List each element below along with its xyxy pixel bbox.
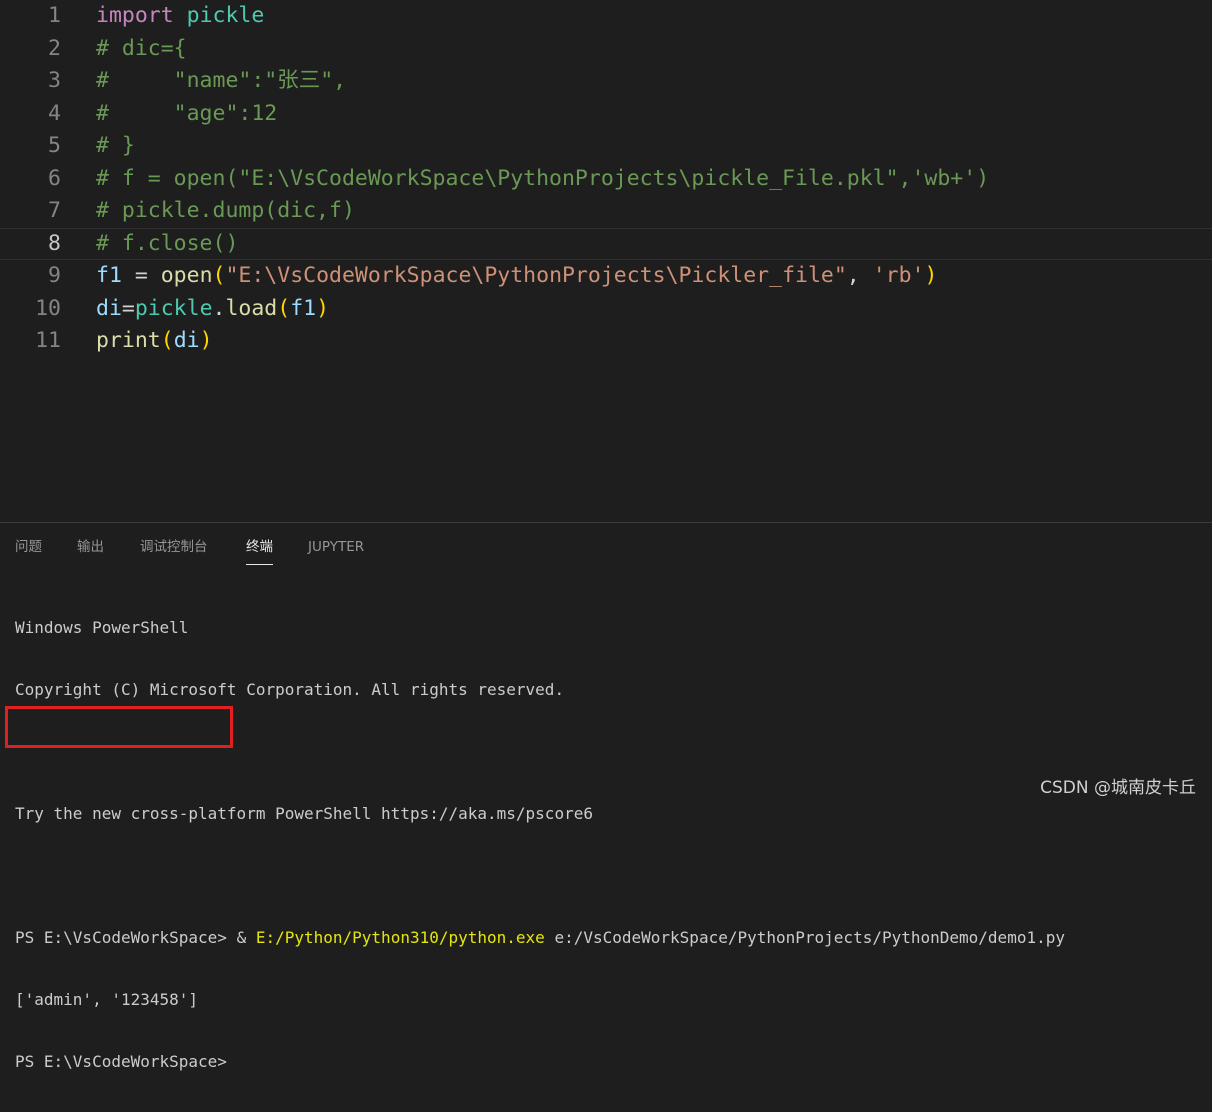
code-token: ( xyxy=(277,295,291,321)
code-token: load xyxy=(225,295,278,321)
code-line[interactable]: 1 import pickle xyxy=(0,0,1212,33)
code-token: # } xyxy=(96,133,135,158)
code-token: = xyxy=(121,295,135,321)
code-token: pickle xyxy=(186,3,265,28)
line-number: 5 xyxy=(48,133,61,158)
line-number: 8 xyxy=(48,230,61,256)
line-number: 9 xyxy=(48,263,61,288)
code-line[interactable]: 11 print(di) xyxy=(0,325,1212,358)
code-token: open xyxy=(160,263,213,288)
code-token: ) xyxy=(316,295,330,321)
line-number: 4 xyxy=(48,100,61,126)
bottom-panel: 问题 输出 调试控制台 终端 JUPYTER Windows PowerShel… xyxy=(0,522,1212,1071)
code-token: ) xyxy=(924,263,938,288)
code-text: # "age":12 xyxy=(96,98,277,131)
terminal-prompt: PS E:\VsCodeWorkSpace> xyxy=(15,928,237,947)
code-token: ( xyxy=(160,328,174,353)
tab-terminal[interactable]: 终端 xyxy=(246,537,273,565)
tab-jupyter[interactable]: JUPYTER xyxy=(308,537,364,565)
code-token: # "name":"张三", xyxy=(96,68,347,93)
code-line[interactable]: 2 # dic={ xyxy=(0,33,1212,66)
code-text: # } xyxy=(96,130,135,163)
code-token: # "age":12 xyxy=(96,100,278,126)
code-token: f1 xyxy=(96,263,122,288)
terminal-output[interactable]: Windows PowerShell Copyright (C) Microso… xyxy=(15,578,1065,1112)
terminal-line: Windows PowerShell xyxy=(15,618,189,637)
code-line[interactable]: 6 # f = open("E:\VsCodeWorkSpace\PythonPr… xyxy=(0,163,1212,196)
code-text: # dic={ xyxy=(96,33,187,66)
line-number: 1 xyxy=(48,3,61,28)
code-text: print(di) xyxy=(96,325,213,358)
terminal-call-operator: & xyxy=(236,928,256,947)
code-text: # f.close() xyxy=(96,229,238,260)
code-token: # f.close() xyxy=(96,230,239,256)
code-token: . xyxy=(212,295,226,321)
code-line[interactable]: 7 # pickle.dump(dic,f) xyxy=(0,195,1212,228)
tab-debug-console[interactable]: 调试控制台 xyxy=(140,537,208,565)
panel-tabs: 问题 输出 调试控制台 终端 JUPYTER xyxy=(0,523,1212,567)
terminal-program-output: ['admin', '123458'] xyxy=(15,990,199,1009)
terminal-line: Copyright (C) Microsoft Corporation. All… xyxy=(15,680,565,699)
tab-output[interactable]: 输出 xyxy=(77,537,104,565)
code-token: f1 xyxy=(290,295,317,321)
terminal-script-arg: e:/VsCodeWorkSpace/PythonProjects/Python… xyxy=(544,928,1065,947)
code-text: di=pickle.load(f1) xyxy=(96,293,329,326)
code-line[interactable]: 8 # f.close() xyxy=(0,227,1212,260)
terminal-prompt: PS E:\VsCodeWorkSpace> xyxy=(15,1052,227,1071)
code-token: # dic={ xyxy=(96,35,187,61)
line-number: 11 xyxy=(35,328,61,353)
code-token: = xyxy=(121,263,161,288)
code-token: # f = open("E:\VsCodeWorkSpace\PythonPro… xyxy=(96,165,990,191)
highlight-annotation-box xyxy=(5,706,233,748)
line-number: 3 xyxy=(48,68,61,93)
code-token: ) xyxy=(199,328,213,353)
code-token: di xyxy=(173,328,200,353)
code-line[interactable]: 10 di=pickle.load(f1) xyxy=(0,293,1212,326)
code-token: # pickle.dump(dic,f) xyxy=(96,198,355,223)
code-text: # f = open("E:\VsCodeWorkSpace\PythonPro… xyxy=(96,163,989,196)
code-token: 'rb' xyxy=(872,263,925,288)
code-text: import pickle xyxy=(96,0,264,33)
code-token: , xyxy=(846,263,873,288)
code-text: # "name":"张三", xyxy=(96,65,346,98)
code-text: f1 = open("E:\VsCodeWorkSpace\PythonProj… xyxy=(96,260,937,293)
line-number: 10 xyxy=(35,295,61,321)
code-line[interactable]: 4 # "age":12 xyxy=(0,98,1212,131)
code-editor[interactable]: 1 import pickle 2 # dic={ 3 # "name":"张三", 4 # … xyxy=(0,0,1212,522)
code-line[interactable]: 9 f1 = open("E:\VsCodeWorkSpace\PythonPro… xyxy=(0,260,1212,293)
code-line[interactable]: 5 # } xyxy=(0,130,1212,163)
code-token: di xyxy=(96,295,122,321)
terminal-python-exe: E:/Python/Python310/python.exe xyxy=(255,928,545,947)
line-number: 7 xyxy=(48,198,61,223)
watermark: CSDN @城南皮卡丘 xyxy=(1040,778,1196,798)
code-line[interactable]: 3 # "name":"张三", xyxy=(0,65,1212,98)
line-number: 2 xyxy=(48,35,61,61)
code-text: # pickle.dump(dic,f) xyxy=(96,195,355,228)
code-token: import xyxy=(96,3,174,28)
code-token: ( xyxy=(212,263,226,288)
code-token: "E:\VsCodeWorkSpace\PythonProjects\Pickl… xyxy=(225,263,847,288)
tab-problems[interactable]: 问题 xyxy=(15,537,42,565)
code-token: pickle xyxy=(134,295,213,321)
code-token: print xyxy=(96,328,161,353)
terminal-command-line: PS E:\VsCodeWorkSpace> & E:/Python/Pytho… xyxy=(15,926,1065,950)
line-number: 6 xyxy=(48,165,61,191)
